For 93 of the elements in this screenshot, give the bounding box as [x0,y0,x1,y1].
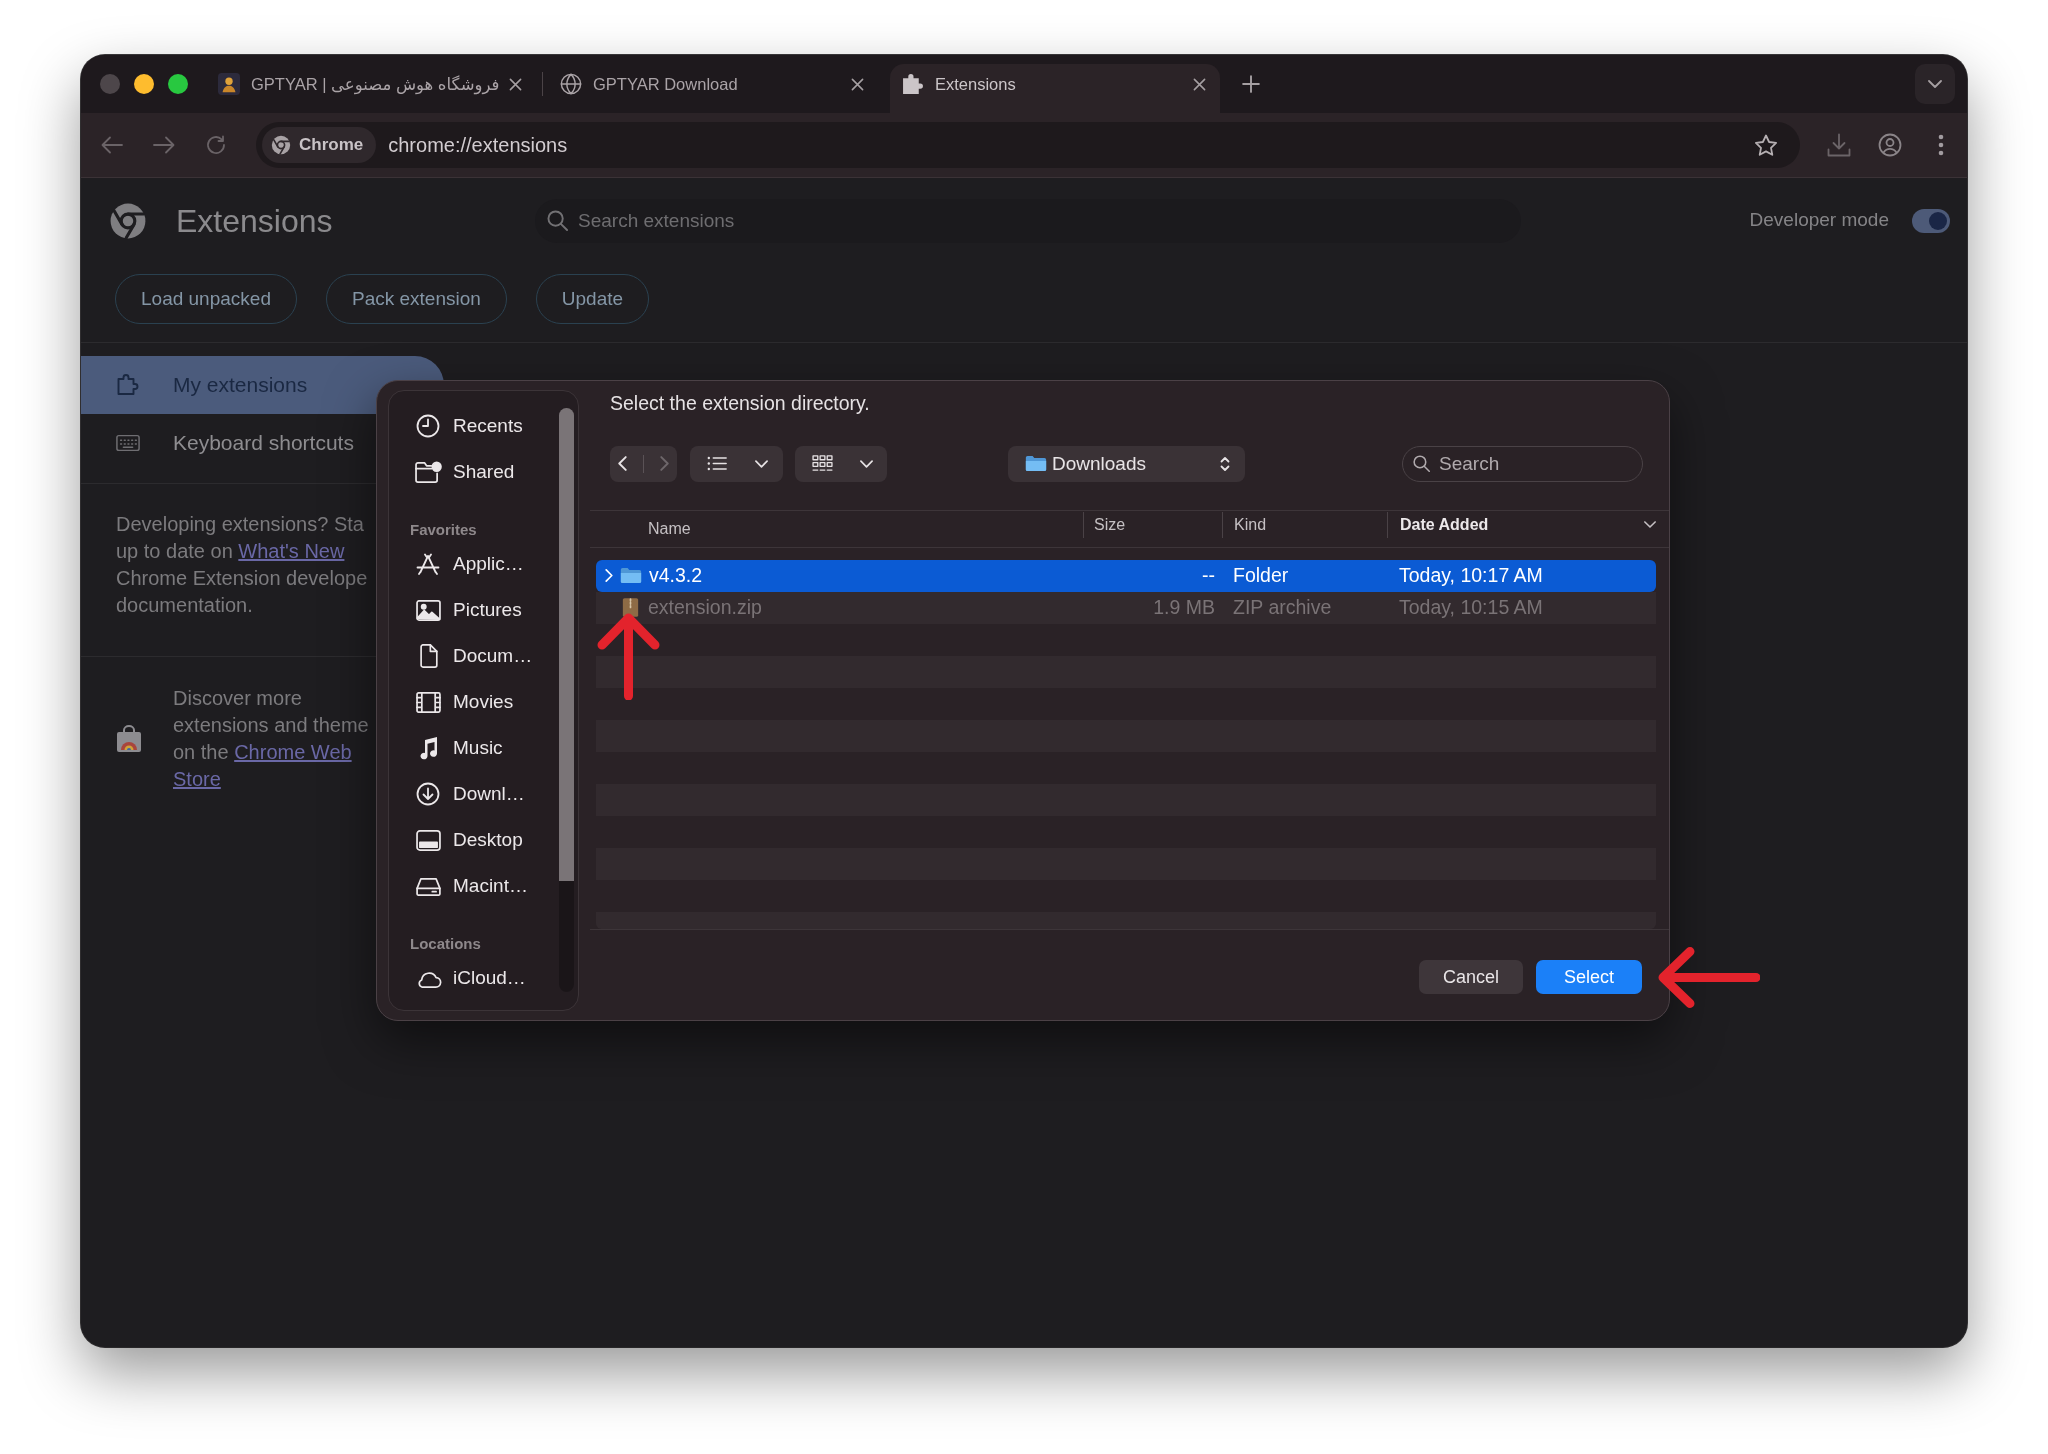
sidebar-item[interactable]: Macint… [389,863,578,909]
kebab-menu-icon[interactable] [1937,134,1944,156]
group-mode-button[interactable] [795,445,887,482]
close-icon[interactable] [1193,77,1206,91]
profile-icon[interactable] [1877,133,1902,157]
table-cell-text: -- [1202,563,1215,589]
chrome-logo-icon [271,135,291,155]
annotation-arrow-icon [1657,947,1760,1008]
chevron-down-icon [1928,80,1942,88]
document-icon [418,644,438,668]
secondary-button[interactable]: Cancel [1419,960,1523,995]
globe-icon [560,73,582,95]
sidebar-item[interactable]: iCloud… [389,955,578,1001]
table-cell-text: Folder [1233,563,1289,589]
chrome-logo-icon [109,201,147,240]
download-icon[interactable] [1826,133,1851,157]
film-icon [415,691,441,713]
folder-icon [620,567,642,585]
search-field[interactable]: Search [1402,445,1643,482]
store-note: Discover more extensions and theme on the Chrome Web Store [173,686,369,792]
scrollbar[interactable] [559,408,574,992]
search-icon [1413,455,1430,473]
tab[interactable]: GPTYAR Download [548,64,878,113]
letter-a-icon [416,553,440,575]
close-icon[interactable] [851,77,864,91]
view-mode-button[interactable] [690,445,783,482]
table-cell-text: Today, 10:15 AM [1399,595,1543,621]
chevron-left-icon[interactable] [618,456,627,472]
sidebar-item[interactable]: Movies [389,679,578,725]
reload-icon[interactable] [205,135,227,155]
tab[interactable]: GPTYAR | فروشگاه هوش مصنوعی [206,64,536,113]
sidebar-item[interactable]: Shared [389,449,578,495]
file-name: extension.zip [648,595,762,621]
load-unpacked-button[interactable]: Load unpacked [115,274,297,324]
column-header[interactable]: Date Added [1387,511,1656,538]
table-cell-text: ZIP archive [1233,595,1332,621]
shopping-bag-icon [115,725,143,753]
list-icon [707,456,727,472]
sidebar-item[interactable]: Pictures [389,587,578,633]
url-text: chrome://extensions [388,133,568,158]
sidebar-item[interactable]: Downl… [389,771,578,817]
window-minimize-icon[interactable] [134,74,154,94]
address-bar[interactable]: Chrome chrome://extensions [256,122,1800,168]
plus-icon[interactable] [1242,75,1260,93]
sidebar-item[interactable]: Applic… [389,541,578,587]
photo-icon [415,599,441,621]
toggle-switch[interactable] [1912,208,1950,233]
chevron-down-icon [1644,521,1656,529]
grid-icon [812,455,833,473]
clock-icon [416,414,440,438]
download-circle-icon [416,782,440,806]
arrow-left-icon[interactable] [101,135,123,155]
section-heading: Locations [409,934,482,954]
column-header[interactable]: Kind [1222,511,1387,538]
column-header[interactable]: Size [1083,511,1222,538]
music-note-icon [418,736,438,760]
star-icon[interactable] [1754,133,1778,157]
table-cell-text: Today, 10:17 AM [1399,563,1543,589]
page-title: Extensions [176,201,333,241]
search-icon [547,210,568,231]
shared-folder-icon [414,460,442,484]
table-cell-text: 1.9 MB [1153,595,1215,621]
chevron-down-icon [755,459,768,468]
folder-icon [1025,455,1047,473]
section-heading: Favorites [409,520,478,540]
column-header[interactable]: Name [596,515,1083,542]
search-field[interactable]: Search extensions [535,198,1521,243]
sidebar-item[interactable]: Desktop [389,817,578,863]
chevron-down-icon [860,459,873,468]
updown-chevron-icon [1220,455,1230,472]
puzzle-icon [116,374,140,396]
desktop-icon [415,829,441,851]
site-info-chip[interactable]: Chrome [262,127,377,163]
sidebar-item[interactable]: Music [389,725,578,771]
tab-search-button[interactable] [1915,64,1955,104]
keyboard-icon [116,432,140,454]
puzzle-icon [902,73,924,95]
disk-drive-icon [415,876,441,896]
developer-note: Developing extensions? Sta up to date on What's New Chrome Extension develope documentation. [116,512,368,618]
file-row[interactable]: v4.3.2 -- Folder Today, 10:17 AM [596,559,1656,592]
close-icon[interactable] [509,77,522,91]
sidebar-item[interactable]: Docum… [389,633,578,679]
arrow-right-icon[interactable] [153,135,175,155]
dialog-title: Select the extension directory. [609,391,871,417]
primary-button[interactable]: Select [1536,960,1642,995]
window-zoom-icon[interactable] [168,74,188,94]
developer-mode-label: Developer mode [1749,208,1889,233]
tab[interactable]: Extensions [890,64,1220,113]
location-popup[interactable]: Downloads [1008,445,1245,482]
person-icon [218,73,240,95]
disclosure-chevron-icon[interactable] [605,569,613,583]
sidebar-item[interactable]: Keyboard shortcuts [81,414,371,472]
file-name: v4.3.2 [649,563,703,589]
